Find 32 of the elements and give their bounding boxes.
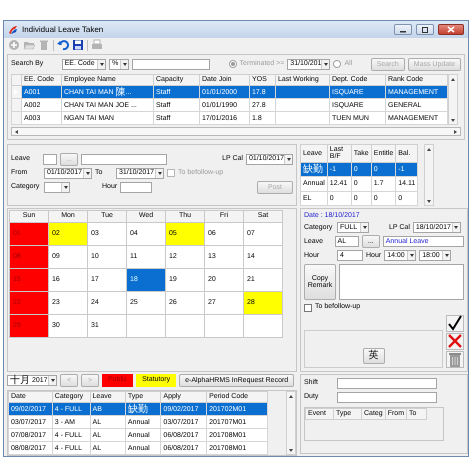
app-logo-icon [8,24,18,34]
category-dropdown[interactable] [44,182,70,193]
cross-icon[interactable] [446,332,464,350]
radio-button[interactable] [228,60,237,68]
minimize-button[interactable] [394,24,412,35]
history-cell[interactable]: 缺勤 [125,402,161,416]
close-button[interactable] [438,24,464,35]
employee-cell[interactable] [276,86,330,98]
trash-icon[interactable] [446,350,464,368]
search-input[interactable] [132,59,210,70]
maximize-icon[interactable] [421,26,429,32]
horizontal-scrollbar[interactable] [11,127,461,136]
input-mode-button[interactable]: 英 [362,348,384,364]
leave-code-input[interactable] [43,154,58,165]
duty-input[interactable] [337,392,437,403]
vertical-scrollbar[interactable] [448,74,458,125]
hour-input[interactable] [120,182,152,193]
leave-name-input[interactable] [81,154,168,165]
radio-button[interactable] [333,60,342,68]
undo-icon[interactable] [57,39,69,51]
close-icon[interactable] [447,26,455,33]
shift-input[interactable] [337,378,437,389]
employee-cell[interactable] [276,98,330,112]
window-title: Individual Leave Taken [22,24,104,34]
vertical-scrollbar[interactable] [286,391,296,455]
employee-cell[interactable] [276,112,330,124]
vertical-scrollbar[interactable] [424,144,434,206]
checkmark-icon[interactable] [446,314,464,332]
floppy-disk-icon[interactable] [72,39,84,51]
checkbox[interactable] [304,304,312,312]
maximize-button[interactable] [416,24,434,35]
balance-cell[interactable]: 缺勤 [300,162,328,177]
